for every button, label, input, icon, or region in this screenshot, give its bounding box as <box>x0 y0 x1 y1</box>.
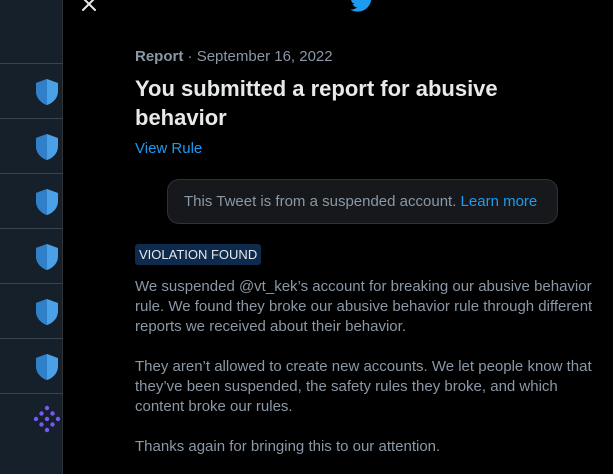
thanks-paragraph: Thanks again for bringing this to our at… <box>135 438 441 455</box>
dots-grid-icon[interactable] <box>32 404 62 434</box>
suspended-tweet-notice: This Tweet is from a suspended account. … <box>167 179 558 224</box>
sidebar-item[interactable] <box>0 118 63 173</box>
sidebar-item[interactable] <box>0 283 63 338</box>
report-meta: Report · September 16, 2022 <box>135 48 333 65</box>
sidebar-item[interactable] <box>0 173 63 228</box>
consequence-paragraph: They aren’t allowed to create new accoun… <box>135 358 592 415</box>
sidebar-divider <box>0 393 63 394</box>
report-kind: Report <box>135 48 184 65</box>
meta-separator: · <box>183 48 197 65</box>
sidebar-item[interactable] <box>0 63 63 118</box>
sidebar <box>0 0 63 474</box>
report-date: September 16, 2022 <box>196 48 333 65</box>
explanation-paragraph: We suspended @vt_kek’s account for break… <box>135 278 593 335</box>
tweet-notice-text: This Tweet is from a suspended account. <box>184 193 457 210</box>
shield-icon <box>36 79 58 105</box>
report-panel: Report · September 16, 2022 You submitte… <box>63 0 613 474</box>
view-rule-link[interactable]: View Rule <box>135 140 202 157</box>
shield-icon <box>36 244 58 270</box>
sidebar-item[interactable] <box>0 338 63 393</box>
shield-icon <box>36 134 58 160</box>
close-icon[interactable] <box>79 0 99 14</box>
shield-icon <box>36 354 58 380</box>
shield-icon <box>36 299 58 325</box>
sidebar-item[interactable] <box>0 228 63 283</box>
twitter-bird-icon <box>350 0 372 12</box>
status-badge: VIOLATION FOUND <box>135 244 262 265</box>
learn-more-link[interactable]: Learn more <box>461 193 538 210</box>
shield-icon <box>36 189 58 215</box>
page-title: You submitted a report for abusive behav… <box>135 76 498 130</box>
